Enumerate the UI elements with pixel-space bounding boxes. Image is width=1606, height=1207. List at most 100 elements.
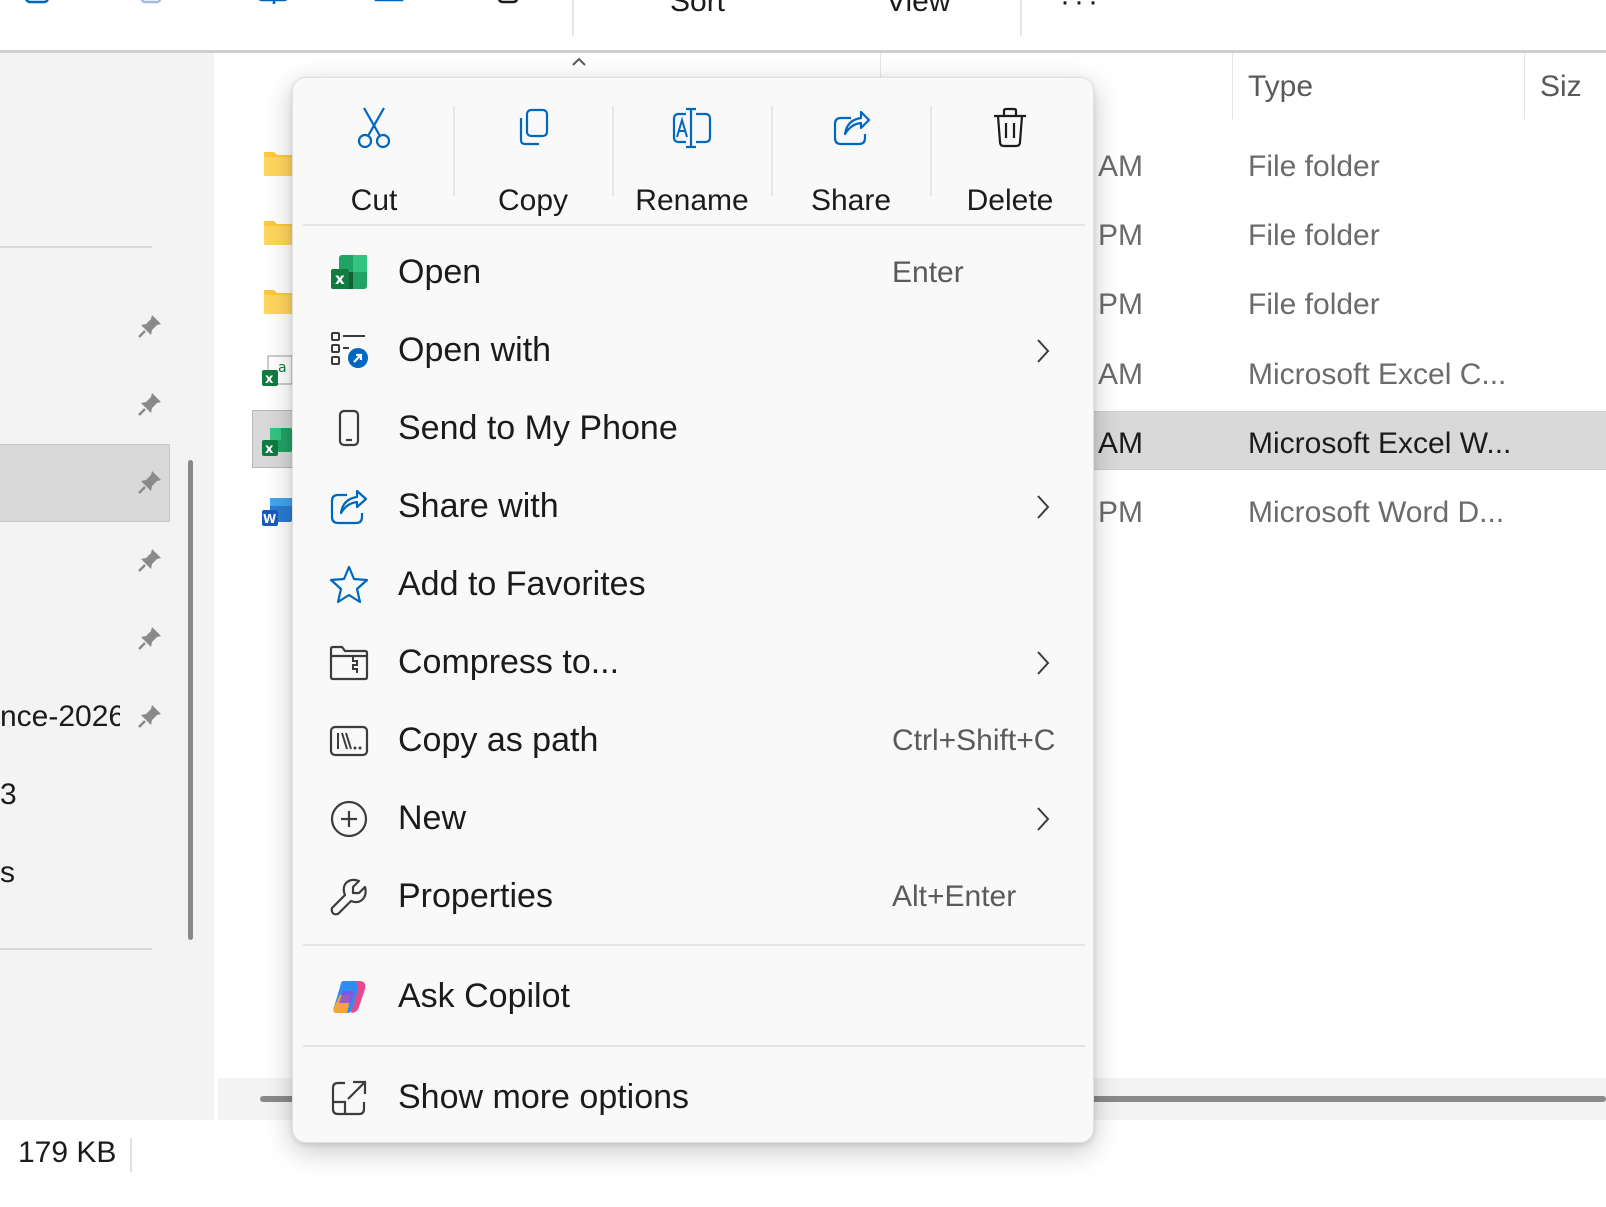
more-options-button[interactable]: ···	[1060, 0, 1102, 18]
excel-icon: x	[329, 253, 369, 293]
view-button[interactable]: View	[886, 0, 950, 18]
excel-workbook-icon: x	[260, 424, 294, 458]
menu-item-send-to-phone[interactable]: Send to My Phone	[305, 392, 1083, 466]
type-cell: Microsoft Excel C...	[1248, 358, 1507, 391]
nav-item-label[interactable]: s	[0, 856, 120, 890]
type-cell: File folder	[1248, 150, 1380, 183]
copilot-icon	[329, 977, 369, 1017]
menu-item-compress-to[interactable]: Compress to...	[305, 626, 1083, 700]
navigation-pane	[0, 53, 170, 1120]
modified-cell: AM	[1098, 150, 1143, 183]
chevron-down-icon	[742, 0, 756, 4]
word-document-icon: W	[260, 494, 294, 528]
modified-cell: PM	[1098, 496, 1143, 529]
chevron-down-icon	[966, 0, 980, 4]
context-menu: Cut Copy Rename Share Delete x Open Ente…	[292, 77, 1094, 1143]
menu-item-add-to-favorites[interactable]: Add to Favorites	[305, 548, 1083, 622]
type-cell: Microsoft Excel W...	[1248, 427, 1512, 460]
modified-cell: AM	[1098, 427, 1143, 460]
svg-text:x: x	[265, 442, 274, 457]
share-button[interactable]: Share	[776, 96, 926, 217]
rename-icon	[672, 106, 712, 150]
menu-item-label: Compress to...	[398, 643, 620, 681]
sort-button[interactable]: Sort	[670, 0, 725, 18]
share-label: Share	[810, 184, 892, 217]
external-link-icon	[329, 1078, 369, 1118]
copy-label: Copy	[497, 184, 569, 217]
menu-item-new[interactable]: New	[305, 782, 1083, 856]
sort-icon[interactable]	[620, 0, 660, 18]
menu-item-label: Ask Copilot	[398, 977, 570, 1015]
view-icon[interactable]	[826, 0, 866, 18]
svg-text:W: W	[263, 512, 276, 526]
delete-button[interactable]: Delete	[935, 96, 1085, 217]
type-cell: File folder	[1248, 288, 1380, 321]
shortcut-hint: Ctrl+Shift+C	[892, 724, 1056, 757]
pin-icon[interactable]	[136, 624, 164, 652]
share-icon	[831, 106, 871, 150]
menu-item-properties[interactable]: Properties Alt+Enter	[305, 860, 1083, 934]
star-icon	[329, 565, 369, 605]
copy-icon[interactable]	[136, 0, 176, 18]
new-icon[interactable]	[20, 0, 60, 18]
menu-item-copy-as-path[interactable]: Copy as path Ctrl+Shift+C	[305, 704, 1083, 778]
quick-actions-bar: Cut Copy Rename Share Delete	[293, 78, 1093, 224]
copy-icon	[513, 106, 553, 150]
pin-icon[interactable]	[136, 546, 164, 574]
menu-item-label: Properties	[398, 877, 553, 915]
pin-icon[interactable]	[136, 702, 164, 730]
menu-item-label: Share with	[398, 487, 559, 525]
nav-item-label[interactable]: 3	[0, 778, 120, 812]
chevron-right-icon	[1035, 806, 1051, 832]
shortcut-hint: Alt+Enter	[892, 880, 1017, 913]
menu-item-share-with[interactable]: Share with	[305, 470, 1083, 544]
pin-icon[interactable]	[136, 312, 164, 340]
menu-item-label: Open with	[398, 331, 552, 369]
menu-item-open[interactable]: x Open Enter	[305, 236, 1083, 310]
chevron-right-icon	[1035, 494, 1051, 520]
folder-icon	[262, 284, 296, 318]
scissors-icon	[354, 106, 394, 150]
menu-item-label: Add to Favorites	[398, 565, 646, 603]
copy-button[interactable]: Copy	[458, 96, 608, 217]
cut-button[interactable]: Cut	[299, 96, 449, 217]
menu-item-ask-copilot[interactable]: Ask Copilot	[305, 960, 1083, 1034]
chevron-right-icon	[1035, 338, 1051, 364]
folder-icon	[262, 146, 296, 180]
column-header-size[interactable]: Siz	[1540, 70, 1582, 104]
nav-item-label[interactable]: nce-2026	[0, 700, 120, 734]
type-cell: File folder	[1248, 219, 1380, 252]
sort-ascending-icon	[570, 54, 588, 68]
svg-text:x: x	[265, 372, 274, 387]
delete-label: Delete	[966, 184, 1054, 217]
share-icon	[329, 487, 369, 527]
command-bar: Sort View ···	[0, 0, 1606, 52]
modified-cell: AM	[1098, 358, 1143, 391]
menu-item-label: Send to My Phone	[398, 409, 678, 447]
nav-scrollbar[interactable]	[188, 460, 193, 940]
svg-text:a: a	[278, 360, 287, 376]
menu-item-show-more-options[interactable]: Show more options	[305, 1061, 1083, 1135]
menu-item-label: Show more options	[398, 1078, 690, 1116]
menu-item-label: New	[398, 799, 467, 837]
open-with-icon	[329, 331, 369, 371]
column-header-type[interactable]: Type	[1248, 70, 1313, 104]
rename-icon[interactable]	[254, 0, 294, 18]
shortcut-hint: Enter	[892, 256, 964, 289]
zip-folder-icon	[329, 643, 369, 683]
pin-icon[interactable]	[136, 390, 164, 418]
rename-button[interactable]: Rename	[617, 96, 767, 217]
share-icon[interactable]	[370, 0, 410, 18]
svg-text:x: x	[335, 270, 345, 288]
trash-icon[interactable]	[488, 0, 528, 18]
wrench-icon	[329, 877, 369, 917]
menu-item-open-with[interactable]: Open with	[305, 314, 1083, 388]
type-cell: Microsoft Word D...	[1248, 496, 1505, 529]
phone-icon	[329, 409, 369, 449]
folder-icon	[262, 215, 296, 249]
excel-csv-icon: ax	[260, 354, 294, 388]
menu-item-label: Open	[398, 253, 482, 291]
menu-item-label: Copy as path	[398, 721, 599, 759]
pin-icon[interactable]	[136, 468, 164, 496]
selection-size: 179 KB	[18, 1136, 117, 1169]
